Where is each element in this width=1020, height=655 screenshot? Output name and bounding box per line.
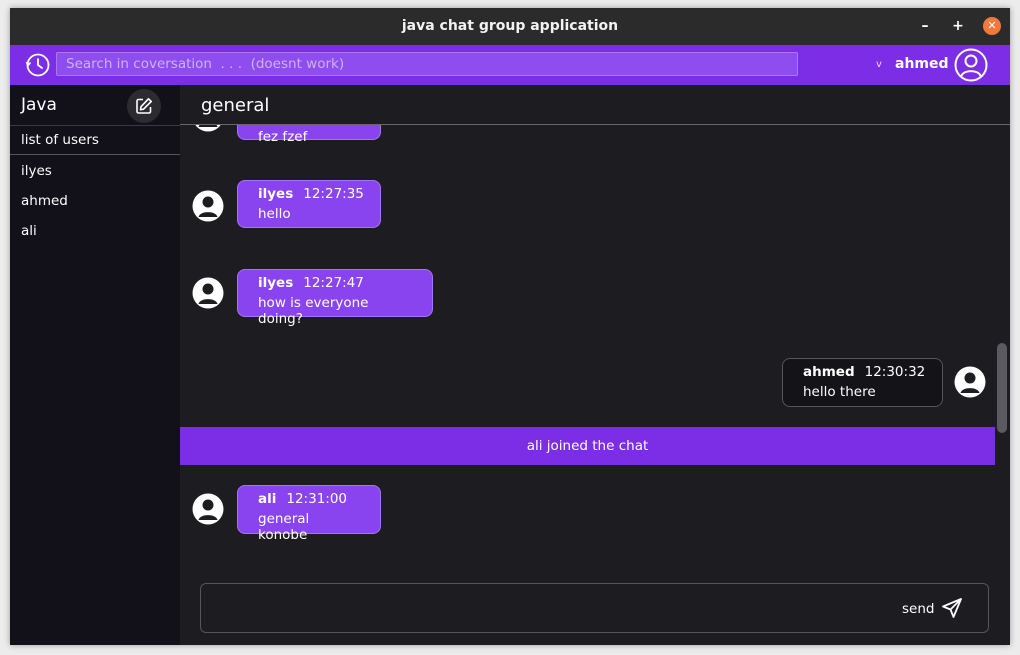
channel-title: general <box>201 95 270 116</box>
message-time: 12:27:47 <box>303 275 364 291</box>
user-list-item[interactable]: ali <box>21 223 68 253</box>
chat-panel: general fez fzef ilyes 12:27:35 hello il… <box>180 85 1010 645</box>
message-list[interactable]: fez fzef ilyes 12:27:35 hello ilyes 12:2… <box>180 125 995 565</box>
divider <box>10 154 180 155</box>
message-bubble: fez fzef <box>237 125 381 145</box>
system-message: ali joined the chat <box>180 427 995 465</box>
user-avatar-icon[interactable] <box>954 48 988 82</box>
user-list-item[interactable]: ahmed <box>21 193 68 223</box>
search-input[interactable] <box>56 52 798 76</box>
message-text: general konobe <box>258 511 310 543</box>
maximize-button[interactable]: + <box>949 17 967 35</box>
user-list: ilyes ahmed ali <box>21 163 68 253</box>
message-text: hello there <box>803 384 876 400</box>
message-author: ilyes <box>258 275 294 291</box>
message-text: hello <box>258 206 291 222</box>
message-text: fez fzef <box>258 129 308 145</box>
history-icon[interactable] <box>24 51 52 79</box>
close-button[interactable]: ✕ <box>983 17 1001 35</box>
user-list-item[interactable]: ilyes <box>21 163 68 193</box>
message-time: 12:30:32 <box>864 364 926 380</box>
edit-button[interactable] <box>127 89 161 123</box>
send-icon[interactable] <box>941 597 963 619</box>
message-text: how is everyone doing? <box>258 295 369 327</box>
avatar-icon <box>954 366 986 398</box>
scrollbar[interactable] <box>997 343 1007 433</box>
avatar-icon <box>192 493 224 525</box>
title-bar: java chat group application – + ✕ <box>10 8 1010 45</box>
app-window: java chat group application – + ✕ v ahme… <box>10 8 1010 645</box>
message-author: ali <box>258 491 277 507</box>
message-time: 12:31:00 <box>286 491 348 507</box>
message-bubble: ilyes 12:27:47 how is everyone doing? <box>237 269 433 327</box>
message-bubble: ilyes 12:27:35 hello <box>237 180 381 228</box>
users-list-header: list of users <box>21 132 99 148</box>
divider <box>10 125 180 126</box>
message-bubble: ahmed 12:30:32 hello there <box>782 358 943 407</box>
message-bubble: ali 12:31:00 general konobe <box>237 485 381 543</box>
edit-icon <box>136 98 152 114</box>
avatar-icon <box>192 277 224 309</box>
message-author: ahmed <box>803 364 855 380</box>
message-composer: send <box>200 583 989 633</box>
message-author: ilyes <box>258 186 294 202</box>
chevron-down-icon[interactable]: v <box>876 59 882 70</box>
avatar-icon <box>192 190 224 222</box>
avatar-icon <box>195 125 221 132</box>
window-title: java chat group application <box>401 18 619 34</box>
send-label[interactable]: send <box>902 601 934 617</box>
message-input[interactable] <box>211 596 885 622</box>
message-time: 12:27:35 <box>303 186 364 202</box>
minimize-button[interactable]: – <box>916 17 934 35</box>
current-user-name[interactable]: ahmed <box>895 56 949 72</box>
group-title: Java <box>21 95 57 115</box>
header-bar: v ahmed <box>10 45 1010 85</box>
sidebar: Java list of users ilyes ahmed ali <box>10 85 180 645</box>
